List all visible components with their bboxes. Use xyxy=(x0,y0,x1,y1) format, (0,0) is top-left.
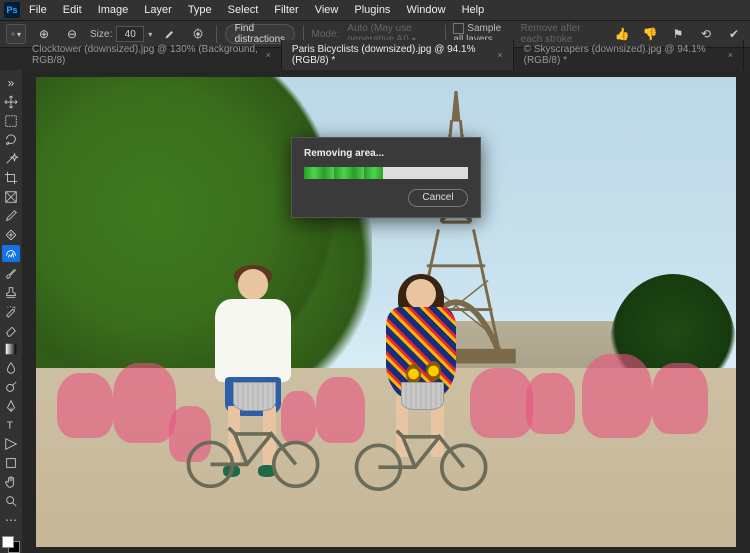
tool-lasso[interactable] xyxy=(2,131,20,148)
cancel-button[interactable]: Cancel xyxy=(408,189,468,207)
tab-skyscrapers[interactable]: © Skyscrapers (downsized).jpg @ 94.1% (R… xyxy=(514,40,744,70)
menu-plugins[interactable]: Plugins xyxy=(347,2,397,18)
tab-clocktower[interactable]: Clocktower (downsized).jpg @ 130% (Backg… xyxy=(22,40,282,70)
brush-icon xyxy=(164,28,176,40)
document-tabs: Clocktower (downsized).jpg @ 130% (Backg… xyxy=(0,48,750,70)
color-swatches[interactable] xyxy=(2,536,20,553)
tool-dodge[interactable] xyxy=(2,378,20,395)
menu-layer[interactable]: Layer xyxy=(137,2,179,18)
tool-eyedropper[interactable] xyxy=(2,207,20,224)
chevron-down-icon: ▾ xyxy=(17,30,21,39)
foreground-color-swatch[interactable] xyxy=(2,536,14,548)
menu-file[interactable]: File xyxy=(22,2,54,18)
photo-person-left xyxy=(190,265,316,509)
canvas-area: Removing area... Cancel xyxy=(22,70,750,553)
tool-pen[interactable] xyxy=(2,397,20,414)
tool-type[interactable]: T xyxy=(2,416,20,433)
progress-fill xyxy=(304,167,383,179)
tool-marquee[interactable] xyxy=(2,112,20,129)
progress-dialog: Removing area... Cancel xyxy=(291,137,481,218)
close-icon[interactable]: × xyxy=(266,50,271,60)
gear-icon xyxy=(192,28,204,40)
tool-shape[interactable] xyxy=(2,454,20,471)
tab-label: © Skyscrapers (downsized).jpg @ 94.1% (R… xyxy=(524,44,722,66)
expand-panels-icon[interactable]: » xyxy=(2,74,20,91)
tool-gradient[interactable] xyxy=(2,340,20,357)
heal-icon xyxy=(11,32,15,36)
document-canvas[interactable]: Removing area... Cancel xyxy=(36,77,736,547)
tools-panel: » T ⋯ xyxy=(0,70,22,553)
menu-select[interactable]: Select xyxy=(221,2,266,18)
tool-heal[interactable] xyxy=(2,226,20,243)
tool-wand[interactable] xyxy=(2,150,20,167)
tool-remove[interactable] xyxy=(2,245,20,262)
menu-bar: Ps File Edit Image Layer Type Select Fil… xyxy=(0,0,750,20)
distraction-selection xyxy=(652,363,708,434)
chevron-down-icon[interactable]: ▾ xyxy=(148,30,152,39)
distraction-selection xyxy=(57,373,113,439)
tool-stamp[interactable] xyxy=(2,283,20,300)
photo-person-right xyxy=(358,274,484,509)
tab-label: Paris Bicyclists (downsized).jpg @ 94.1%… xyxy=(292,44,491,66)
tool-frame[interactable] xyxy=(2,188,20,205)
tab-paris-bicyclists[interactable]: Paris Bicyclists (downsized).jpg @ 94.1%… xyxy=(282,40,514,70)
tool-move[interactable] xyxy=(2,93,20,110)
menu-image[interactable]: Image xyxy=(91,2,136,18)
dialog-title: Removing area... xyxy=(304,148,468,159)
checkbox-icon xyxy=(453,23,464,34)
menu-help[interactable]: Help xyxy=(455,2,492,18)
tool-eraser[interactable] xyxy=(2,321,20,338)
more-tools-icon[interactable]: ⋯ xyxy=(2,511,20,528)
close-icon[interactable]: × xyxy=(728,50,733,60)
tool-crop[interactable] xyxy=(2,169,20,186)
distraction-selection xyxy=(582,354,652,439)
tool-brush[interactable] xyxy=(2,264,20,281)
tool-hand[interactable] xyxy=(2,473,20,490)
menu-edit[interactable]: Edit xyxy=(56,2,89,18)
svg-text:T: T xyxy=(7,419,14,431)
tool-path[interactable] xyxy=(2,435,20,452)
distraction-selection xyxy=(113,363,176,443)
tool-blur[interactable] xyxy=(2,359,20,376)
close-icon[interactable]: × xyxy=(497,50,502,60)
menu-window[interactable]: Window xyxy=(399,2,452,18)
tool-history-brush[interactable] xyxy=(2,302,20,319)
menu-filter[interactable]: Filter xyxy=(267,2,305,18)
workspace: » T ⋯ xyxy=(0,70,750,553)
progress-bar xyxy=(304,167,468,179)
size-label: Size: xyxy=(90,29,112,40)
tab-label: Clocktower (downsized).jpg @ 130% (Backg… xyxy=(32,44,260,66)
menu-type[interactable]: Type xyxy=(181,2,219,18)
mode-label: Mode: xyxy=(311,29,339,40)
app-logo: Ps xyxy=(4,2,20,18)
menu-view[interactable]: View xyxy=(308,2,346,18)
tool-zoom[interactable] xyxy=(2,492,20,509)
distraction-selection xyxy=(526,373,575,434)
